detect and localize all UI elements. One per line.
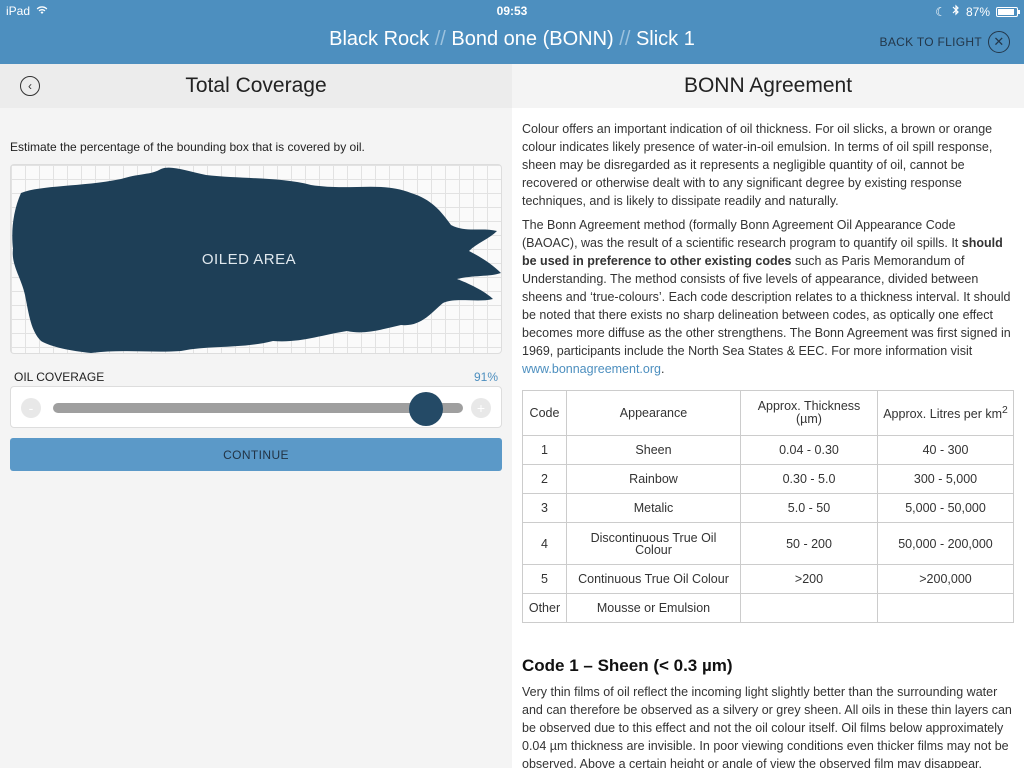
- code1-heading: Code 1 – Sheen (< 0.3 µm): [522, 656, 733, 675]
- header-litres: Approx. Litres per km2: [877, 390, 1014, 436]
- breadcrumb-separator: //: [619, 28, 631, 50]
- bonn-content: Colour offers an important indication of…: [512, 108, 1024, 768]
- bounding-box-grid: OILED AREA: [10, 164, 502, 354]
- slider-track[interactable]: [53, 403, 463, 413]
- back-to-flight-label: BACK TO FLIGHT: [879, 35, 982, 49]
- table-cell: Continuous True Oil Colour: [566, 564, 741, 594]
- table-cell: 5.0 - 50: [740, 493, 878, 523]
- table-row: Other Mousse or Emulsion: [522, 593, 1014, 623]
- table-cell: 5: [522, 564, 567, 594]
- table-cell: 2: [522, 464, 567, 494]
- table-cell: 1: [522, 435, 567, 465]
- table-row: 3 Metalic 5.0 - 50 5,000 - 50,000: [522, 493, 1014, 523]
- status-time: 09:53: [496, 4, 528, 18]
- bonn-code-table: Code Appearance Approx. Thickness (µm) A…: [522, 390, 1014, 623]
- paragraph-text: such as Paris Memorandum of Understandin…: [522, 254, 1011, 358]
- decrease-button[interactable]: -: [21, 398, 41, 418]
- battery-icon: [996, 6, 1020, 17]
- status-right: ☾ 87%: [935, 4, 1020, 19]
- increase-button[interactable]: +: [471, 398, 491, 418]
- instruction-text: Estimate the percentage of the bounding …: [10, 140, 365, 154]
- bonn-agreement-panel: BONN Agreement Colour offers an importan…: [512, 64, 1024, 768]
- table-cell: 0.04 - 0.30: [740, 435, 878, 465]
- table-header-row: Code Appearance Approx. Thickness (µm) A…: [522, 390, 1014, 436]
- top-bar: iPad 09:53 ☾ 87% Black Rock // Bond one …: [0, 0, 1024, 64]
- table-row: 1 Sheen 0.04 - 0.30 40 - 300: [522, 435, 1014, 465]
- table-cell: Sheen: [566, 435, 741, 465]
- table-cell: 5,000 - 50,000: [877, 493, 1014, 523]
- table-cell: >200: [740, 564, 878, 594]
- breadcrumb-site[interactable]: Black Rock: [329, 28, 429, 50]
- section-gap: [522, 623, 1014, 645]
- breadcrumb-flight[interactable]: Bond one (BONN): [451, 28, 613, 50]
- paragraph-text: The Bonn Agreement method (formally Bonn…: [522, 218, 962, 250]
- table-cell: [877, 593, 1014, 623]
- header-litres-sup: 2: [1002, 405, 1008, 417]
- breadcrumb: Black Rock // Bond one (BONN) // Slick 1: [0, 28, 1024, 51]
- paragraph-text: .: [660, 362, 665, 376]
- paragraph-intro: Colour offers an important indication of…: [522, 122, 993, 208]
- table-cell: 300 - 5,000: [877, 464, 1014, 494]
- table-cell: >200,000: [877, 564, 1014, 594]
- battery-percent: 87%: [965, 4, 990, 19]
- status-bar: iPad 09:53 ☾ 87%: [0, 0, 1024, 22]
- table-cell: Other: [522, 593, 567, 623]
- oil-coverage-label: OIL COVERAGE: [14, 370, 105, 384]
- close-icon: ✕: [988, 31, 1010, 53]
- table-row: 2 Rainbow 0.30 - 5.0 300 - 5,000: [522, 464, 1014, 494]
- panel-title: Total Coverage: [185, 74, 327, 97]
- header-code: Code: [522, 390, 567, 436]
- bonn-title: BONN Agreement: [512, 64, 1024, 108]
- header-thickness: Approx. Thickness (µm): [740, 390, 878, 436]
- breadcrumb-separator: //: [434, 28, 446, 50]
- battery-level: [998, 8, 1014, 15]
- continue-button[interactable]: CONTINUE: [10, 438, 502, 471]
- left-panel-header: ‹ Total Coverage: [0, 64, 512, 108]
- table-row: 4 Discontinuous True Oil Colour 50 - 200 50…: [522, 522, 1014, 565]
- table-cell: Rainbow: [566, 464, 741, 494]
- bonn-link[interactable]: www.bonnagreement.org: [522, 362, 661, 376]
- oil-coverage-value: 91%: [473, 370, 498, 384]
- breadcrumb-slick: Slick 1: [635, 28, 695, 50]
- bluetooth-icon: [952, 4, 960, 19]
- header-litres-text: Approx. Litres per km: [883, 407, 1002, 422]
- oiled-area-label: OILED AREA: [201, 251, 297, 268]
- table-cell: Mousse or Emulsion: [566, 593, 741, 623]
- table-cell: 50,000 - 200,000: [877, 522, 1014, 565]
- table-cell: 4: [522, 522, 567, 565]
- table-row: 5 Continuous True Oil Colour >200 >200,000: [522, 564, 1014, 594]
- table-cell: [740, 593, 878, 623]
- code1-text: Very thin films of oil reflect the incom…: [522, 685, 1012, 768]
- paragraph-method: The Bonn Agreement method (formally Bonn…: [522, 216, 1014, 378]
- total-coverage-panel: ‹ Total Coverage Estimate the percentage…: [0, 64, 512, 768]
- slider-thumb[interactable]: [409, 392, 444, 426]
- table-cell: 3: [522, 493, 567, 523]
- back-to-flight-button[interactable]: BACK TO FLIGHT ✕: [880, 31, 1010, 53]
- table-cell: 40 - 300: [877, 435, 1014, 465]
- table-cell: 50 - 200: [740, 522, 878, 565]
- moon-icon: ☾: [935, 4, 946, 19]
- table-cell: Metalic: [566, 493, 741, 523]
- coverage-slider: - +: [10, 386, 502, 428]
- table-cell: Discontinuous True Oil Colour: [566, 522, 741, 565]
- header-appearance: Appearance: [566, 390, 741, 436]
- table-cell: 0.30 - 5.0: [740, 464, 878, 494]
